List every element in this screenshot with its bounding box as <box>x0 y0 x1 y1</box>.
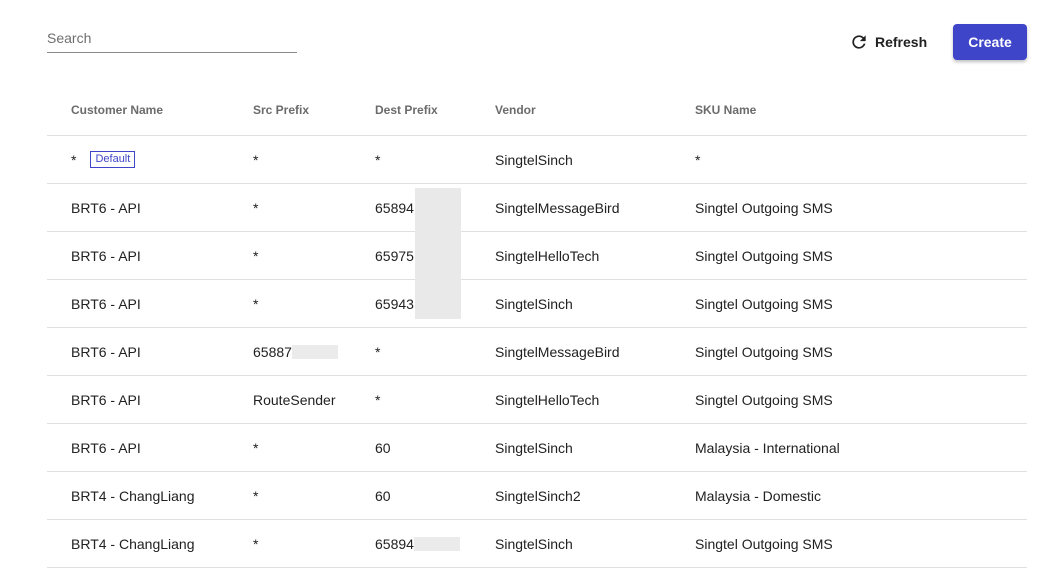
src-prefix-cell: * <box>253 199 259 216</box>
vendor-cell: SingtelSinch <box>495 535 573 552</box>
header-dest-prefix[interactable]: Dest Prefix <box>375 103 495 117</box>
vendor-cell: SingtelHelloTech <box>495 391 600 408</box>
header-src-prefix[interactable]: Src Prefix <box>253 103 375 117</box>
vendor-cell: SingtelSinch2 <box>495 487 581 504</box>
sku-name-cell: Singtel Outgoing SMS <box>695 391 833 408</box>
customer-cell: BRT6 - API <box>71 439 141 456</box>
dest-prefix-cell: 60 <box>375 439 391 456</box>
table-row[interactable]: BRT6 - API * 60 SingtelSinch Malaysia - … <box>47 424 1027 472</box>
sku-name-cell: Malaysia - International <box>695 439 840 456</box>
customer-cell: * Default <box>47 151 253 168</box>
search-input[interactable] <box>47 26 297 50</box>
header-sku-name[interactable]: SKU Name <box>695 103 1027 117</box>
sku-name-cell: Singtel Outgoing SMS <box>695 343 833 360</box>
dest-prefix-cell: 65975 <box>375 247 414 264</box>
dest-prefix-cell: * <box>375 151 381 168</box>
dest-prefix-value: 65894 <box>375 199 414 216</box>
dest-prefix-cell: * <box>375 391 381 408</box>
src-prefix-cell: * <box>253 535 259 552</box>
sku-name-cell: Singtel Outgoing SMS <box>695 535 833 552</box>
customer-cell: BRT6 - API <box>71 295 141 312</box>
src-prefix-cell: * <box>253 151 259 168</box>
dest-prefix-cell: 60 <box>375 487 391 504</box>
vendor-cell: SingtelSinch <box>495 295 573 312</box>
redaction-block <box>291 344 338 359</box>
table-row[interactable]: BRT6 - API * 65943 SingtelSinch Singtel … <box>47 280 1027 328</box>
src-prefix-cell: * <box>253 247 259 264</box>
dest-prefix-cell: 65943 <box>375 295 414 312</box>
route-table-page: Refresh Create Customer Name Src Prefix … <box>0 0 1055 575</box>
customer-cell: BRT4 - ChangLiang <box>71 535 195 552</box>
refresh-icon <box>849 32 869 52</box>
table-header: Customer Name Src Prefix Dest Prefix Ven… <box>47 84 1027 136</box>
src-prefix-value: 65887 <box>253 343 292 360</box>
src-prefix-cell: * <box>253 487 259 504</box>
src-prefix-cell: * <box>253 295 259 312</box>
search-field[interactable] <box>47 26 297 53</box>
refresh-label: Refresh <box>875 34 928 50</box>
src-prefix-cell: RouteSender <box>253 391 336 408</box>
table-row[interactable]: BRT6 - API * 65894 SingtelMessageBird Si… <box>47 184 1027 319</box>
sku-name-cell: Singtel Outgoing SMS <box>695 199 833 216</box>
dest-prefix-cell: 65894 <box>375 187 495 319</box>
customer-name: * <box>71 151 77 168</box>
vendor-cell: SingtelMessageBird <box>495 199 620 216</box>
table-row[interactable]: BRT4 - ChangLiang * 65894 SingtelSinch S… <box>47 520 1027 568</box>
customer-cell: BRT6 - API <box>71 247 141 264</box>
table-row[interactable]: * Default * * SingtelSinch * <box>47 136 1027 184</box>
customer-cell: BRT6 - API <box>71 391 141 408</box>
sku-name-cell: Malaysia - Domestic <box>695 487 822 504</box>
vendor-cell: SingtelSinch <box>495 151 573 168</box>
header-vendor[interactable]: Vendor <box>495 103 695 117</box>
src-prefix-cell: * <box>253 439 259 456</box>
header-customer-name[interactable]: Customer Name <box>47 103 253 117</box>
sku-name-cell: Singtel Outgoing SMS <box>695 247 833 264</box>
routes-table: Customer Name Src Prefix Dest Prefix Ven… <box>47 84 1027 568</box>
vendor-cell: SingtelHelloTech <box>495 247 600 264</box>
vendor-cell: SingtelSinch <box>495 439 573 456</box>
vendor-cell: SingtelMessageBird <box>495 343 620 360</box>
table-row[interactable]: BRT6 - API 65887 * SingtelMessageBird Si… <box>47 328 1027 376</box>
customer-cell: BRT6 - API <box>71 199 141 216</box>
default-badge: Default <box>90 151 136 168</box>
table-row[interactable]: BRT6 - API RouteSender * SingtelHelloTec… <box>47 376 1027 424</box>
table-row[interactable]: BRT6 - API * 65975 SingtelHelloTech Sing… <box>47 232 1027 280</box>
dest-prefix-cell: 65894 <box>375 536 495 552</box>
refresh-button[interactable]: Refresh <box>843 28 933 56</box>
dest-prefix-value: 65894 <box>375 535 414 552</box>
sku-name-cell: Singtel Outgoing SMS <box>695 295 833 312</box>
customer-cell: BRT4 - ChangLiang <box>71 487 195 504</box>
src-prefix-cell: 65887 <box>253 344 375 360</box>
redaction-block <box>413 536 460 551</box>
customer-cell: BRT6 - API <box>71 343 141 360</box>
dest-prefix-cell: * <box>375 343 381 360</box>
create-button[interactable]: Create <box>953 24 1027 60</box>
sku-name-cell: * <box>695 151 701 168</box>
table-row[interactable]: BRT4 - ChangLiang * 60 SingtelSinch2 Mal… <box>47 472 1027 520</box>
